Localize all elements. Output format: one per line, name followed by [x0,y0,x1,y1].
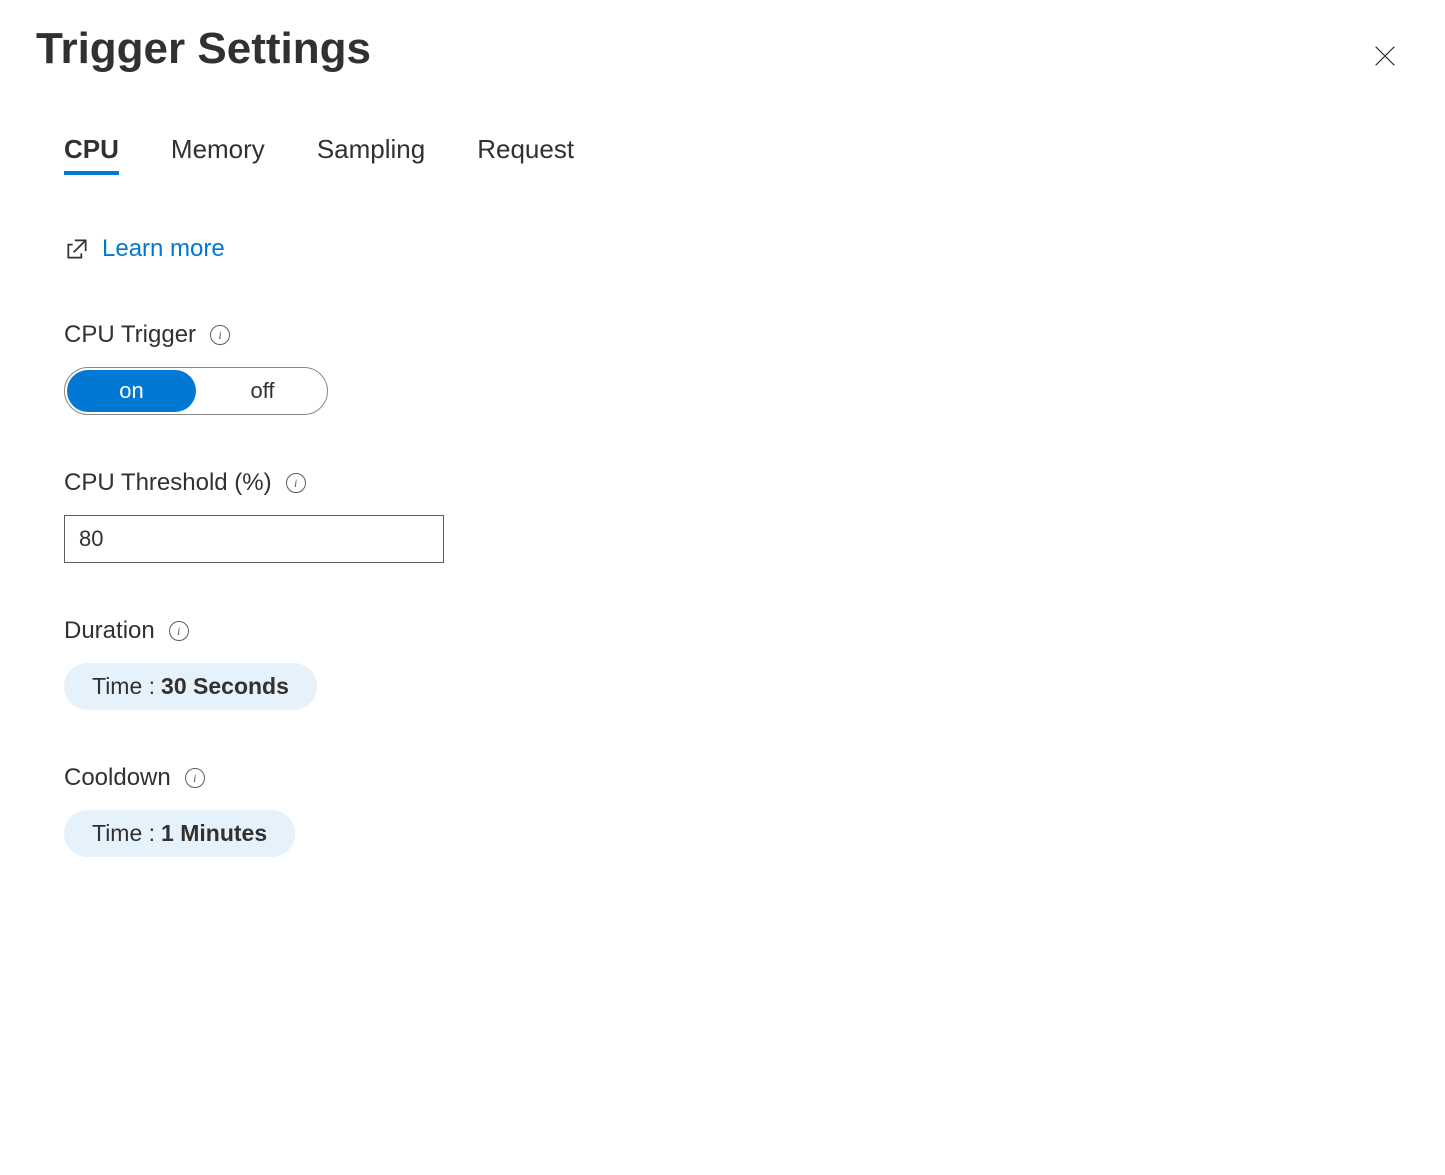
duration-prefix: Time : [92,673,155,700]
cpu-trigger-toggle[interactable]: on off [64,367,328,415]
cpu-trigger-label: CPU Trigger [64,321,196,349]
duration-value: 30 Seconds [161,673,289,700]
info-icon[interactable]: i [286,473,306,493]
cpu-threshold-input[interactable] [64,515,444,563]
duration-label: Duration [64,617,155,645]
info-icon[interactable]: i [210,325,230,345]
close-button[interactable] [1371,42,1399,70]
tab-sampling[interactable]: Sampling [317,134,425,175]
cooldown-prefix: Time : [92,820,155,847]
tab-request[interactable]: Request [477,134,574,175]
learn-more-label: Learn more [102,235,225,263]
cooldown-value: 1 Minutes [161,820,267,847]
tab-bar: CPU Memory Sampling Request [64,134,1409,175]
toggle-on[interactable]: on [67,370,196,412]
duration-pill[interactable]: Time : 30 Seconds [64,663,317,710]
info-icon[interactable]: i [185,768,205,788]
cooldown-pill[interactable]: Time : 1 Minutes [64,810,295,857]
close-icon [1371,42,1399,70]
tab-cpu[interactable]: CPU [64,134,119,175]
learn-more-link[interactable]: Learn more [64,235,1409,263]
tab-memory[interactable]: Memory [171,134,265,175]
info-icon[interactable]: i [169,621,189,641]
toggle-off[interactable]: off [198,368,327,414]
page-title: Trigger Settings [36,24,371,74]
cpu-threshold-label: CPU Threshold (%) [64,469,272,497]
cooldown-label: Cooldown [64,764,171,792]
external-link-icon [64,236,90,262]
